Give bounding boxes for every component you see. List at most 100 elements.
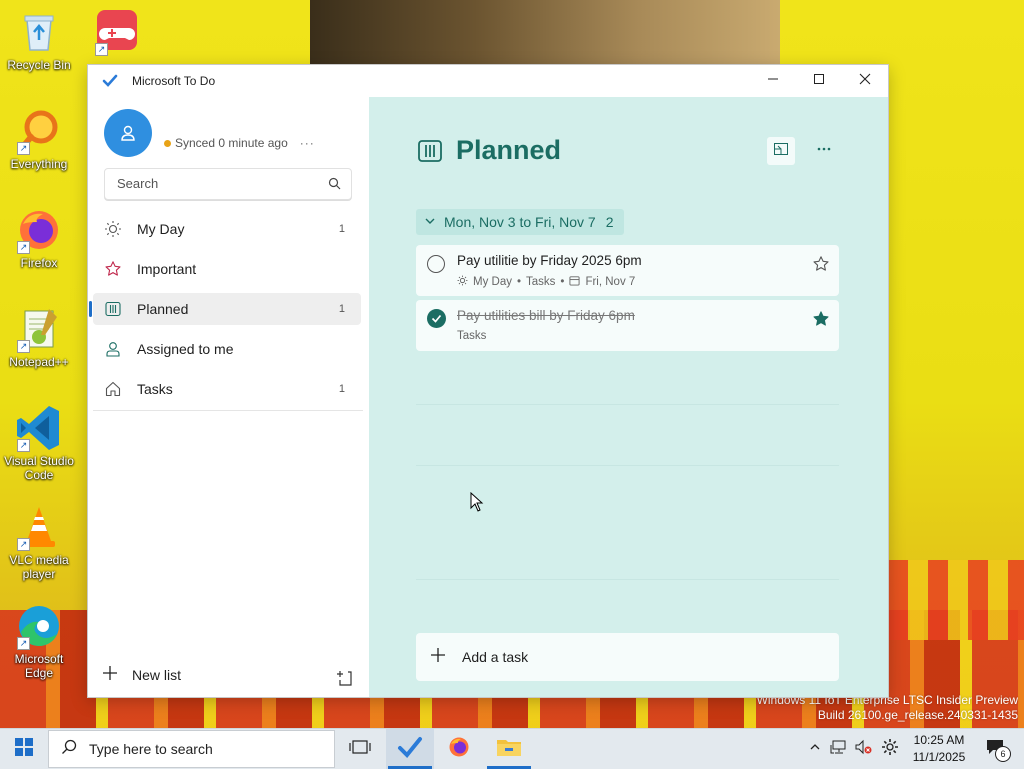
complete-checkbox[interactable] xyxy=(427,255,445,273)
volume-button[interactable] xyxy=(852,729,874,769)
task-title: Pay utilities bill by Friday 6pm xyxy=(457,308,635,323)
sidebar-item-count: 1 xyxy=(338,303,345,315)
desktop-icon-everything[interactable]: ↗ Everything xyxy=(1,107,77,171)
new-group-icon xyxy=(336,671,354,691)
speaker-muted-icon xyxy=(854,739,872,760)
taskbar-clock[interactable]: 10:25 AM 11/1/2025 xyxy=(904,732,974,766)
sidebar-item-my-day[interactable]: My Day 1 xyxy=(93,213,361,245)
star-filled-icon[interactable] xyxy=(812,310,830,333)
new-list-label: New list xyxy=(132,666,182,683)
task-view-button[interactable] xyxy=(336,729,384,769)
desktop-icon-label: VLC media player xyxy=(9,553,69,581)
sidebar-item-label: Tasks xyxy=(137,381,173,397)
person-icon xyxy=(121,125,135,141)
row-divider xyxy=(416,404,839,405)
notification-icon: 6 xyxy=(985,738,1011,762)
add-task-label: Add a task xyxy=(462,649,529,665)
desktop-icon-microsoft-edge[interactable]: ↗ Microsoft Edge xyxy=(1,602,77,680)
desktop-icon-vlc[interactable]: ↗ VLC media player xyxy=(1,503,77,581)
desktop-icon-firefox[interactable]: ↗ Firefox xyxy=(1,206,77,270)
task-myday-label: My Day xyxy=(473,276,512,288)
sidebar-item-assigned-to-me[interactable]: Assigned to me xyxy=(93,333,361,365)
list-options-button[interactable] xyxy=(810,137,838,165)
gamepad-icon: ↗ xyxy=(93,8,141,56)
maximize-button[interactable] xyxy=(796,65,842,97)
page-title: Planned xyxy=(456,135,562,165)
desktop-icon-label: Firefox xyxy=(20,256,58,270)
sidebar-item-label: Important xyxy=(137,261,197,277)
network-button[interactable] xyxy=(828,729,850,769)
sidebar-item-important[interactable]: Important xyxy=(93,253,361,285)
minimize-button[interactable] xyxy=(750,65,796,97)
add-task-input[interactable]: Add a task xyxy=(416,633,839,681)
task-list-label: Tasks xyxy=(457,330,487,342)
avatar[interactable] xyxy=(104,109,152,157)
calendar-grid-icon xyxy=(417,138,443,169)
task-meta: My Day • Tasks • Fri, Nov 7 xyxy=(457,275,635,289)
task-due-label: Fri, Nov 7 xyxy=(585,276,636,288)
close-button[interactable] xyxy=(842,65,888,97)
desktop-icon-recycle-bin[interactable]: Recycle Bin xyxy=(1,8,77,72)
clock-time: 10:25 AM xyxy=(913,733,965,747)
magnifier-icon: ↗ xyxy=(15,107,63,155)
search-box[interactable] xyxy=(104,168,352,200)
calendar-icon xyxy=(569,275,580,289)
date-group-header[interactable]: Mon, Nov 3 to Fri, Nov 7 2 xyxy=(416,209,624,235)
desktop-icon-label: Everything xyxy=(10,157,68,171)
desktop-icon-game-shortcut[interactable]: ↗ xyxy=(79,8,155,56)
completed-check-icon[interactable] xyxy=(427,309,446,328)
sidebar-item-count: 1 xyxy=(338,383,345,395)
taskbar-search-box[interactable]: Type here to search xyxy=(48,730,335,768)
account-more-button[interactable]: ··· xyxy=(300,136,315,150)
folder-icon xyxy=(496,736,522,763)
search-icon[interactable] xyxy=(328,177,341,195)
new-group-button[interactable] xyxy=(336,669,354,692)
settings-button[interactable] xyxy=(878,729,902,769)
person-icon xyxy=(103,339,123,359)
sidebar: Synced 0 minute ago ··· My Day 1 Importa… xyxy=(88,97,369,697)
title-bar[interactable]: Microsoft To Do xyxy=(88,65,888,97)
sun-icon xyxy=(457,275,468,289)
plus-icon xyxy=(430,647,446,668)
task-meta: Tasks xyxy=(457,330,486,342)
show-hidden-icons-button[interactable] xyxy=(806,729,824,769)
suggestions-button[interactable] xyxy=(767,137,795,165)
sun-icon xyxy=(103,219,123,239)
date-group-label: Mon, Nov 3 to Fri, Nov 7 xyxy=(444,214,596,230)
todo-window: Microsoft To Do Synced 0 minute ago ··· xyxy=(88,65,888,697)
taskbar-app-file-explorer[interactable] xyxy=(485,729,533,769)
watermark-line-2: Build 26100.ge_release.240331-1435 xyxy=(817,708,1018,722)
taskbar-app-firefox[interactable] xyxy=(435,729,483,769)
new-list-button[interactable]: New list xyxy=(102,665,181,684)
close-icon xyxy=(859,72,871,90)
desktop-icon-label: Recycle Bin xyxy=(7,58,71,72)
desktop-icon-notepad-plus-plus[interactable]: ↗ Notepad++ xyxy=(1,305,77,369)
sidebar-divider xyxy=(93,410,363,411)
notification-count-badge: 6 xyxy=(995,745,1011,762)
task-item[interactable]: Pay utilitie by Friday 2025 6pm My Day •… xyxy=(416,245,839,296)
vscode-icon: ↗ xyxy=(15,404,63,452)
chevron-up-icon xyxy=(809,740,821,758)
network-icon xyxy=(830,739,848,760)
start-button[interactable] xyxy=(0,729,48,769)
edge-icon: ↗ xyxy=(15,602,63,650)
sidebar-item-tasks[interactable]: Tasks 1 xyxy=(93,373,361,405)
search-input[interactable] xyxy=(115,175,319,192)
sidebar-item-label: My Day xyxy=(137,221,185,237)
sidebar-item-planned[interactable]: Planned 1 xyxy=(89,293,361,325)
todo-check-icon xyxy=(102,73,118,89)
star-icon xyxy=(103,259,123,279)
desktop-icon-visual-studio-code[interactable]: ↗ Visual Studio Code xyxy=(1,404,77,482)
row-divider xyxy=(416,465,839,466)
taskbar-app-todo[interactable] xyxy=(386,729,434,769)
clock-date: 11/1/2025 xyxy=(912,750,966,764)
notification-center-button[interactable]: 6 xyxy=(978,729,1012,769)
task-item[interactable]: Pay utilities bill by Friday 6pm Tasks xyxy=(416,300,839,351)
plus-icon xyxy=(102,665,118,684)
active-indicator xyxy=(89,301,92,317)
task-list-label: Tasks xyxy=(526,276,556,288)
sync-status[interactable]: Synced 0 minute ago ··· xyxy=(164,136,315,150)
chevron-down-icon xyxy=(424,214,436,230)
sync-status-text: Synced 0 minute ago xyxy=(175,136,288,150)
star-outline-icon[interactable] xyxy=(812,255,830,278)
